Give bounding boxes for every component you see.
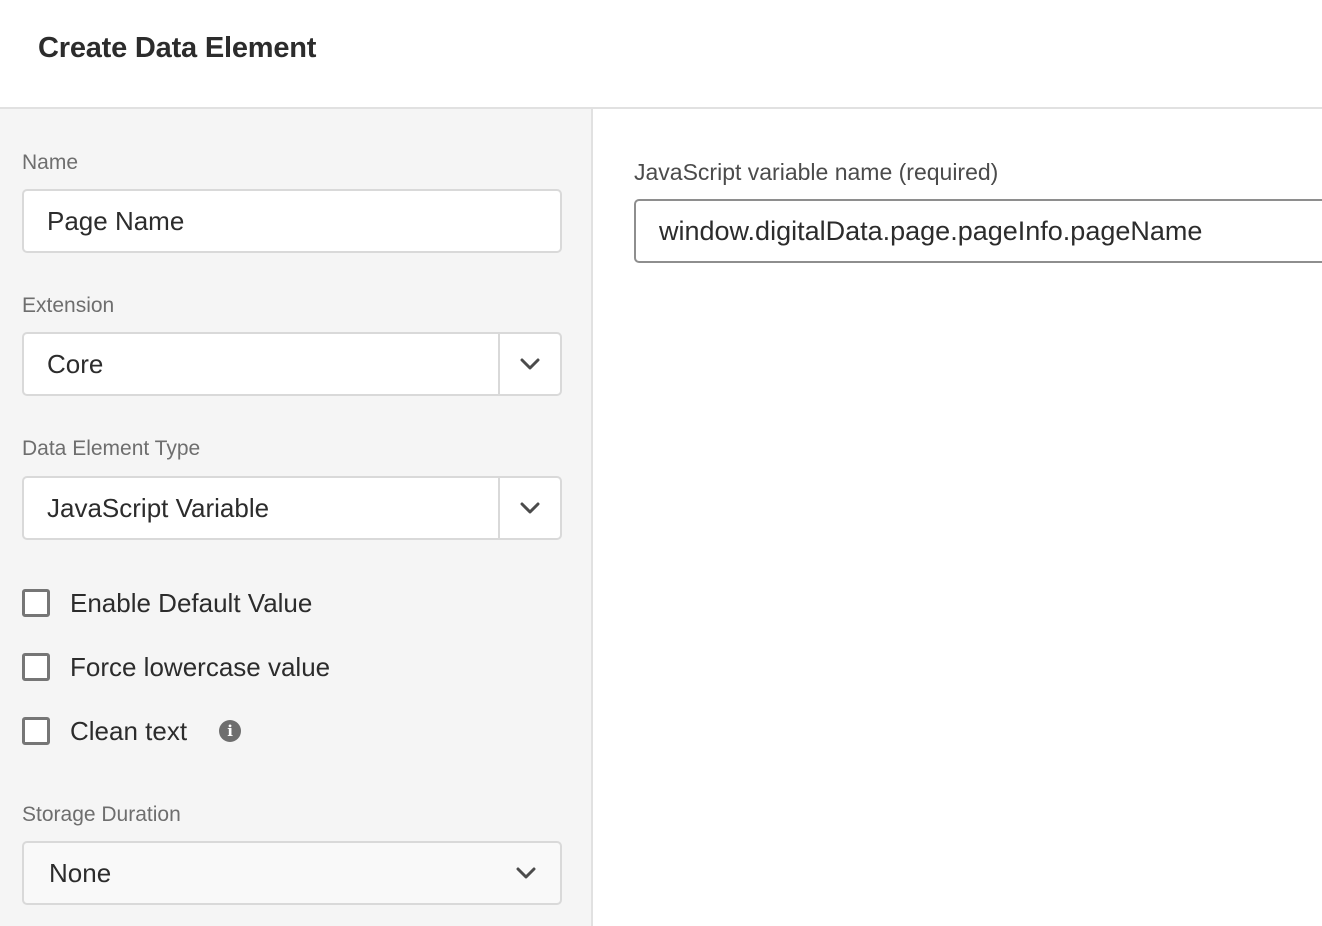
chevron-down-icon (520, 358, 540, 370)
storage-duration-select[interactable]: None (22, 841, 562, 905)
clean-text-checkbox[interactable]: Clean text i (22, 715, 242, 747)
force-lowercase-checkbox[interactable]: Force lowercase value (22, 651, 330, 683)
chevron-down-icon (520, 502, 540, 514)
info-icon[interactable]: i (219, 720, 242, 742)
data-element-type-dropdown-button[interactable] (498, 478, 560, 538)
data-element-type-value: JavaScript Variable (47, 493, 270, 523)
name-label: Name (22, 151, 79, 174)
data-element-type-combobox[interactable]: JavaScript Variable (22, 476, 562, 540)
name-input[interactable] (24, 191, 560, 251)
dialog-header: Create Data Element (0, 0, 1322, 109)
checkbox-box[interactable] (22, 589, 50, 617)
checkbox-label: Enable Default Value (70, 587, 313, 618)
variable-name-field-wrapper (634, 199, 1322, 263)
storage-duration-value: None (49, 858, 112, 888)
extension-label: Extension (22, 294, 115, 317)
page-title: Create Data Element (38, 32, 317, 64)
left-panel: Name Extension Core Data Element Type Ja… (0, 109, 593, 926)
checkbox-box[interactable] (22, 653, 50, 681)
settings-panel: JavaScript variable name (required) (595, 109, 1322, 926)
extension-value: Core (47, 349, 104, 379)
enable-default-value-checkbox[interactable]: Enable Default Value (22, 587, 312, 619)
extension-combobox[interactable]: Core (22, 332, 562, 396)
variable-name-input[interactable] (636, 201, 1322, 261)
checkbox-box[interactable] (22, 717, 50, 745)
variable-name-label: JavaScript variable name (required) (634, 159, 999, 185)
chevron-down-icon (516, 867, 536, 879)
checkbox-label: Force lowercase value (70, 651, 331, 682)
storage-duration-label: Storage Duration (22, 803, 181, 826)
name-field-wrapper (22, 189, 562, 253)
data-element-type-label: Data Element Type (22, 437, 201, 460)
checkbox-label: Clean text (70, 715, 188, 746)
extension-dropdown-button[interactable] (498, 334, 560, 394)
